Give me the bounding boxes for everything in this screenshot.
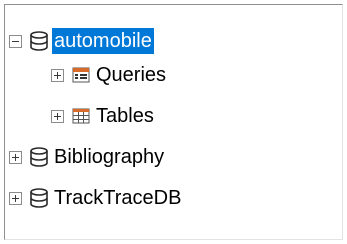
tree-item-automobile[interactable]: automobile (9, 25, 154, 57)
table-icon (70, 105, 92, 127)
database-icon (28, 187, 50, 209)
database-icon (28, 146, 50, 168)
tree-item-label: TrackTraceDB (54, 187, 182, 209)
expand-toggle[interactable] (9, 191, 22, 205)
tree-item-label: Tables (96, 105, 154, 127)
tree-item-tables[interactable]: Tables (51, 100, 156, 132)
tree-item-label: Queries (96, 64, 167, 86)
database-icon (28, 30, 50, 52)
tree-item-queries[interactable]: Queries (51, 59, 168, 91)
collapse-toggle[interactable] (9, 34, 22, 48)
tree-item-label: automobile (52, 28, 154, 54)
queries-icon (70, 64, 92, 86)
database-tree[interactable]: automobile Queries Tables Bibliography T… (4, 4, 343, 240)
expand-toggle[interactable] (9, 150, 22, 164)
expand-toggle[interactable] (51, 68, 64, 82)
tree-item-tracktracedb[interactable]: TrackTraceDB (9, 182, 183, 214)
tree-item-label: Bibliography (54, 146, 165, 168)
expand-toggle[interactable] (51, 109, 64, 123)
tree-item-bibliography[interactable]: Bibliography (9, 141, 166, 173)
